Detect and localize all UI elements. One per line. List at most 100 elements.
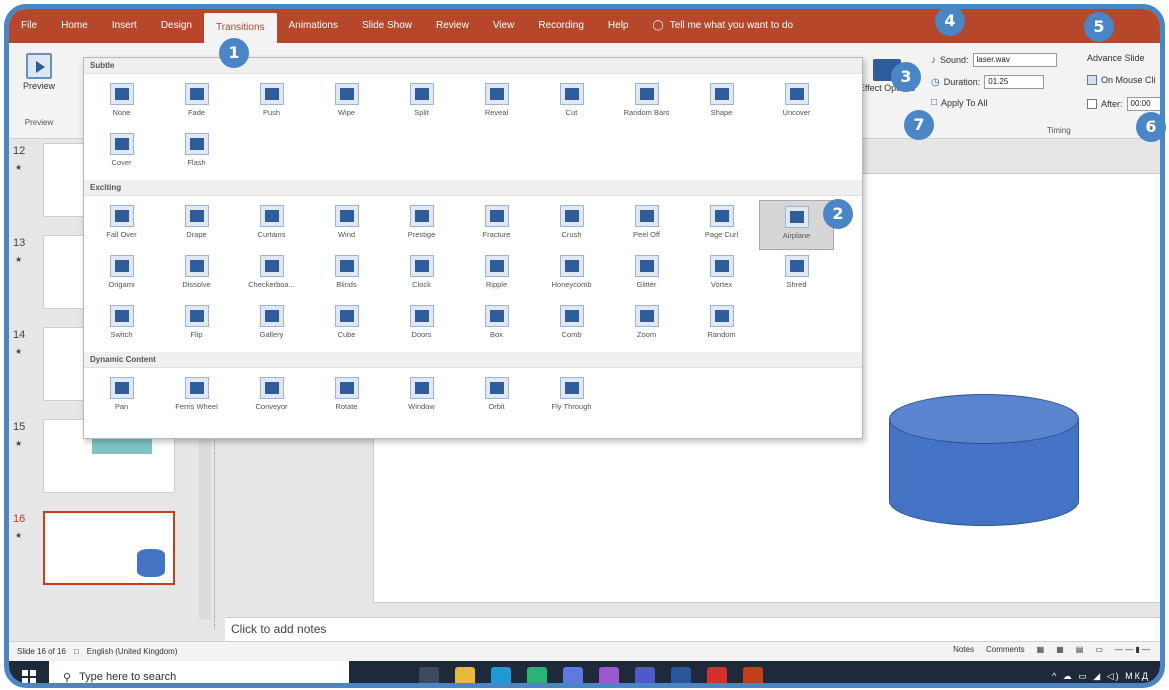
transition-fracture[interactable]: Fracture (459, 200, 534, 250)
after-checkbox[interactable] (1087, 99, 1097, 109)
transition-fade[interactable]: Fade (159, 78, 234, 128)
on-mouse-click-row[interactable]: On Mouse Cli (1087, 75, 1156, 85)
transition-push[interactable]: Push (234, 78, 309, 128)
notes-pane[interactable]: Click to add notes (225, 617, 1160, 641)
transition-page-curl[interactable]: Page Curl (684, 200, 759, 250)
transition-gallery[interactable]: Gallery (234, 300, 309, 350)
status-bar: Slide 16 of 16 □ English (United Kingdom… (9, 641, 1160, 661)
tab-insert[interactable]: Insert (100, 9, 149, 43)
sound-label: Sound: (940, 55, 969, 65)
transition-ferris-wheel[interactable]: Ferris Wheel (159, 372, 234, 422)
transition-thumbnail-icon (559, 255, 584, 277)
duration-input[interactable]: 01.25 (984, 75, 1045, 89)
transition-window[interactable]: Window (384, 372, 459, 422)
transition-ripple[interactable]: Ripple (459, 250, 534, 300)
transition-doors[interactable]: Doors (384, 300, 459, 350)
tab-recording[interactable]: Recording (526, 9, 596, 43)
transition-pan[interactable]: Pan (84, 372, 159, 422)
transition-uncover[interactable]: Uncover (759, 78, 834, 128)
after-input[interactable]: 00:00 (1126, 97, 1160, 111)
lightbulb-icon: ◯ (652, 20, 664, 31)
transition-curtains[interactable]: Curtains (234, 200, 309, 250)
transition-label: Fracture (482, 230, 511, 239)
transition-flash[interactable]: Flash (159, 128, 234, 178)
task-view-icon[interactable] (419, 667, 439, 683)
transition-crush[interactable]: Crush (534, 200, 609, 250)
mail-icon[interactable] (491, 667, 511, 683)
system-tray[interactable]: ^ ☁ ▭ ◢ ◁) МКД (1052, 671, 1150, 682)
comments-button[interactable]: Comments (986, 645, 1025, 654)
transition-split[interactable]: Split (384, 78, 459, 128)
on-mouse-click-checkbox[interactable] (1087, 75, 1097, 85)
transition-random[interactable]: Random (684, 300, 759, 350)
slideshow-view-icon[interactable]: ▭ (1095, 645, 1103, 654)
transition-random-bars[interactable]: Random Bars (609, 78, 684, 128)
reading-view-icon[interactable]: ▤ (1076, 645, 1084, 654)
notes-button[interactable]: Notes (953, 645, 974, 654)
transition-cube[interactable]: Cube (309, 300, 384, 350)
transition-thumbnail-icon (334, 255, 359, 277)
language-indicator[interactable]: English (United Kingdom) (87, 647, 178, 656)
cylinder-shape[interactable] (889, 394, 1079, 526)
transition-shape[interactable]: Shape (684, 78, 759, 128)
transition-prestige[interactable]: Prestige (384, 200, 459, 250)
transition-switch[interactable]: Switch (84, 300, 159, 350)
slide-thumbnail-16[interactable] (43, 511, 175, 585)
paint-icon[interactable] (563, 667, 583, 683)
apply-all-button[interactable]: □ Apply To All (931, 97, 987, 108)
transition-cut[interactable]: Cut (534, 78, 609, 128)
transition-glitter[interactable]: Glitter (609, 250, 684, 300)
transition-label: Honeycomb (551, 280, 592, 289)
teams-icon[interactable] (635, 667, 655, 683)
transition-fall-over[interactable]: Fall Over (84, 200, 159, 250)
transition-origami[interactable]: Origami (84, 250, 159, 300)
start-button[interactable] (9, 661, 49, 683)
transition-comb[interactable]: Comb (534, 300, 609, 350)
preview-button[interactable]: Preview Preview (13, 49, 65, 133)
tab-home[interactable]: Home (49, 9, 100, 43)
transition-wipe[interactable]: Wipe (309, 78, 384, 128)
transition-checkerboa[interactable]: Checkerboa... (234, 250, 309, 300)
acrobat-icon[interactable] (707, 667, 727, 683)
normal-view-icon[interactable]: ▦ (1037, 645, 1045, 654)
transition-shred[interactable]: Shred (759, 250, 834, 300)
file-explorer-icon[interactable] (455, 667, 475, 683)
word-icon[interactable] (671, 667, 691, 683)
tab-slide-show[interactable]: Slide Show (350, 9, 424, 43)
transition-drape[interactable]: Drape (159, 200, 234, 250)
transition-conveyor[interactable]: Conveyor (234, 372, 309, 422)
transition-airplane[interactable]: Airplane (759, 200, 834, 250)
transition-flip[interactable]: Flip (159, 300, 234, 350)
tab-file[interactable]: File (9, 9, 49, 43)
tab-view[interactable]: View (481, 9, 527, 43)
transition-dissolve[interactable]: Dissolve (159, 250, 234, 300)
transition-honeycomb[interactable]: Honeycomb (534, 250, 609, 300)
tell-me-box[interactable]: ◯ Tell me what you want to do (640, 9, 805, 43)
transition-blinds[interactable]: Blinds (309, 250, 384, 300)
transition-orbit[interactable]: Orbit (459, 372, 534, 422)
sound-dropdown[interactable]: laser.wav (972, 53, 1057, 67)
transition-label: Page Curl (704, 230, 739, 239)
zoom-slider[interactable]: — — ▮ — (1115, 645, 1150, 654)
transition-zoom[interactable]: Zoom (609, 300, 684, 350)
accessibility-icon[interactable]: □ (74, 647, 79, 656)
transition-peel-off[interactable]: Peel Off (609, 200, 684, 250)
transition-reveal[interactable]: Reveal (459, 78, 534, 128)
sorter-view-icon[interactable]: ▦ (1056, 645, 1064, 654)
transition-fly-through[interactable]: Fly Through (534, 372, 609, 422)
powerpoint-icon[interactable] (743, 667, 763, 683)
viber-icon[interactable] (599, 667, 619, 683)
edge-icon[interactable] (527, 667, 547, 683)
taskbar-search[interactable]: ⚲ Type here to search (49, 661, 349, 683)
transition-box[interactable]: Box (459, 300, 534, 350)
transition-rotate[interactable]: Rotate (309, 372, 384, 422)
transition-wind[interactable]: Wind (309, 200, 384, 250)
transition-clock[interactable]: Clock (384, 250, 459, 300)
tab-animations[interactable]: Animations (277, 9, 350, 43)
tab-design[interactable]: Design (149, 9, 204, 43)
tab-review[interactable]: Review (424, 9, 481, 43)
tab-help[interactable]: Help (596, 9, 641, 43)
transition-vortex[interactable]: Vortex (684, 250, 759, 300)
transition-cover[interactable]: Cover (84, 128, 159, 178)
transition-none[interactable]: None (84, 78, 159, 128)
